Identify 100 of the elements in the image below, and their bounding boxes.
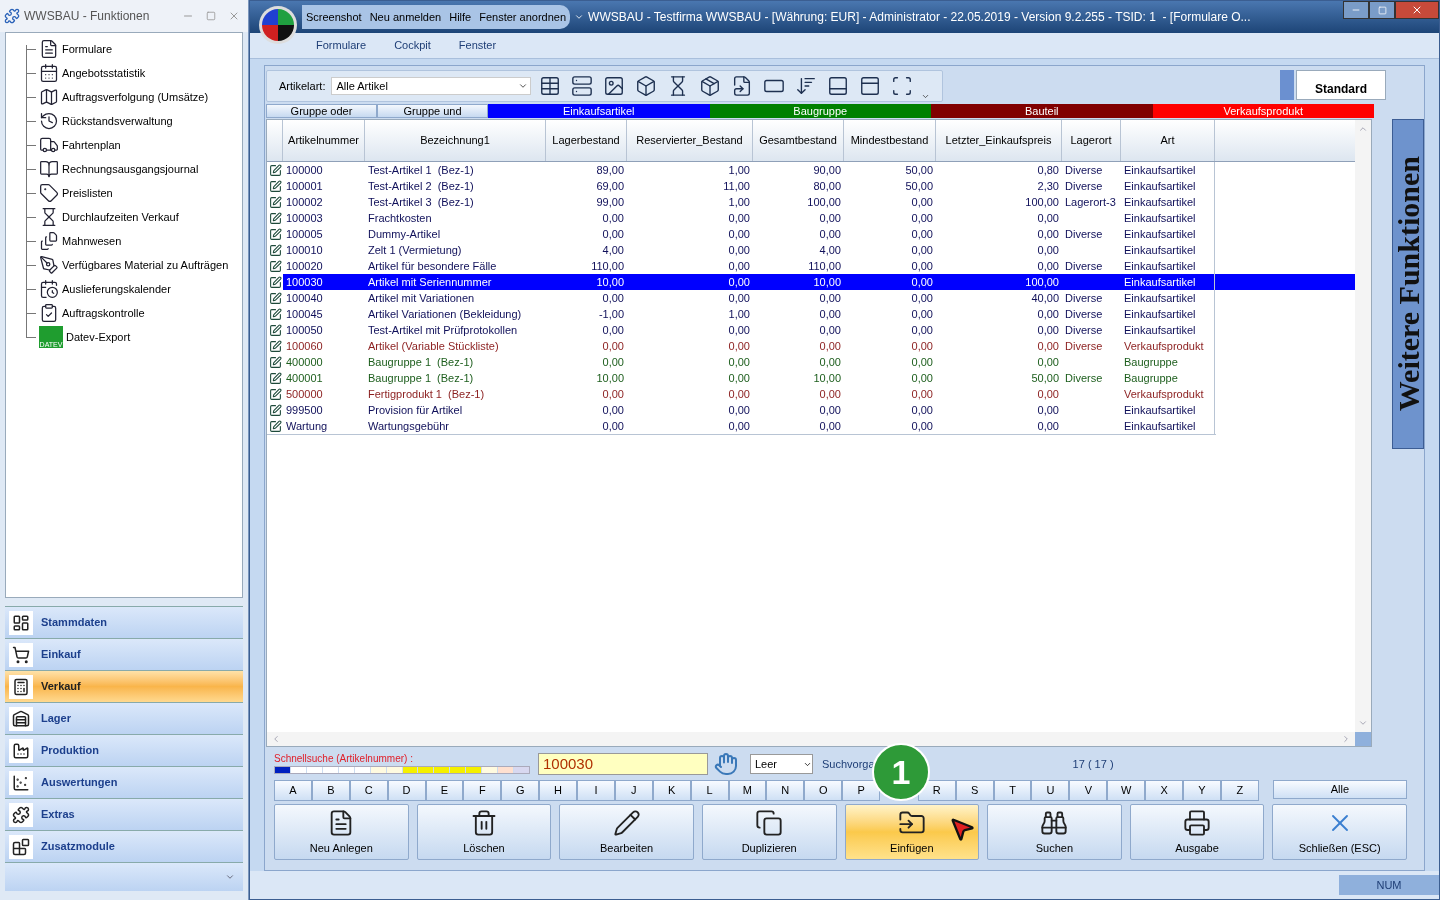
edit-icon[interactable] xyxy=(268,387,282,401)
edit-icon[interactable] xyxy=(268,179,282,193)
tree-item[interactable]: Mahnwesen xyxy=(62,232,122,250)
standard-button[interactable]: Standard xyxy=(1296,70,1386,100)
letter-key[interactable]: P xyxy=(842,780,880,801)
letter-key[interactable]: O xyxy=(804,780,843,801)
column-header[interactable]: Reservierter_Bestand xyxy=(627,120,753,161)
letter-key[interactable]: N xyxy=(766,780,805,801)
quick-toolbar-item[interactable]: Neu anmelden xyxy=(369,8,442,26)
letter-key[interactable]: L xyxy=(690,780,729,801)
panel-top-icon[interactable] xyxy=(859,75,882,97)
letter-key[interactable]: Y xyxy=(1183,780,1221,801)
nav-item[interactable]: Auswertungen xyxy=(5,767,243,799)
action-button[interactable]: Suchen xyxy=(987,804,1122,860)
tree-item[interactable]: Datev-Export xyxy=(66,328,131,346)
letter-key[interactable]: S xyxy=(955,780,994,801)
column-header[interactable]: Artikelnummer xyxy=(283,120,365,161)
edit-icon[interactable] xyxy=(268,291,282,305)
letter-key[interactable]: F xyxy=(463,780,502,801)
action-button[interactable]: Duplizieren xyxy=(701,804,837,860)
dropdown-icon[interactable] xyxy=(574,12,585,22)
image-icon[interactable] xyxy=(603,75,626,97)
letter-key[interactable]: J xyxy=(614,780,653,801)
tree-item[interactable]: Fahrtenplan xyxy=(62,136,121,154)
letter-key[interactable]: X xyxy=(1145,780,1183,801)
minimize-button[interactable] xyxy=(1343,1,1369,19)
letter-key[interactable]: T xyxy=(993,780,1032,801)
letter-key[interactable]: A xyxy=(274,780,312,801)
nav-item[interactable]: Stammdaten xyxy=(5,607,243,639)
edit-icon[interactable] xyxy=(268,211,282,225)
edit-icon[interactable] xyxy=(268,403,282,417)
letter-key[interactable]: G xyxy=(501,780,540,801)
maximize-button[interactable] xyxy=(1369,1,1395,19)
tree-item[interactable]: Auftragsverfolgung (Umsätze) xyxy=(62,88,209,106)
edit-icon[interactable] xyxy=(268,195,282,209)
letter-key[interactable]: U xyxy=(1031,780,1070,801)
menu-item[interactable]: Cockpit xyxy=(394,37,431,54)
box-icon[interactable] xyxy=(635,75,658,97)
legend-button[interactable]: Gruppe oder xyxy=(266,104,377,118)
overflow-icon[interactable] xyxy=(921,92,931,101)
column-header[interactable]: Bezeichnung1 xyxy=(365,120,546,161)
edit-icon[interactable] xyxy=(268,355,282,369)
action-button[interactable]: Einfügen xyxy=(844,804,980,860)
nav-item[interactable]: Verkauf xyxy=(5,671,243,703)
letter-key[interactable]: M xyxy=(728,780,767,801)
nav-item[interactable]: Lager xyxy=(5,703,243,735)
action-button[interactable]: Neu Anlegen xyxy=(274,804,409,860)
tree-item[interactable]: Auslieferungskalender xyxy=(62,280,171,298)
tree-item[interactable]: Rückstandsverwaltung xyxy=(62,112,173,130)
sort-icon[interactable] xyxy=(795,75,818,97)
close-icon[interactable] xyxy=(228,10,240,22)
edit-icon[interactable] xyxy=(268,323,282,337)
nav-item[interactable]: Extras xyxy=(5,799,243,831)
letter-key[interactable]: B xyxy=(311,780,350,801)
edit-icon[interactable] xyxy=(268,339,282,353)
quick-toolbar-item[interactable]: Hilfe xyxy=(449,8,472,26)
tree-item[interactable]: Preislisten xyxy=(62,184,113,202)
column-header[interactable]: Art xyxy=(1121,120,1215,161)
column-header[interactable]: Lagerbestand xyxy=(546,120,627,161)
letter-key[interactable]: C xyxy=(349,780,388,801)
chevron-icon[interactable] xyxy=(225,872,235,882)
package-icon[interactable] xyxy=(699,75,722,97)
tree-item[interactable]: Rechnungsausgangsjournal xyxy=(62,160,199,178)
action-button[interactable]: Löschen xyxy=(416,804,552,860)
letter-key[interactable]: E xyxy=(425,780,464,801)
tree-item[interactable]: Durchlaufzeiten Verkauf xyxy=(62,208,179,226)
letter-key[interactable]: V xyxy=(1069,780,1108,801)
edit-icon[interactable] xyxy=(268,243,282,257)
quick-toolbar-item[interactable]: Fenster anordnen xyxy=(479,8,567,26)
menu-item[interactable]: Fenster xyxy=(458,37,497,54)
action-button[interactable]: Bearbeiten xyxy=(559,804,694,860)
edit-icon[interactable] xyxy=(268,371,282,385)
menu-item[interactable]: Formulare xyxy=(316,37,367,54)
mode-dropdown[interactable]: Leer xyxy=(750,754,813,774)
nav-item[interactable]: Produktion xyxy=(5,735,243,767)
table-icon[interactable] xyxy=(539,75,562,97)
edit-icon[interactable] xyxy=(268,227,282,241)
panel-bottom-icon[interactable] xyxy=(827,75,850,97)
all-button[interactable]: Alle xyxy=(1272,780,1408,799)
edit-icon[interactable] xyxy=(268,275,282,289)
tree-item[interactable]: Angebotsstatistik xyxy=(62,64,146,82)
filter-dropdown[interactable]: Alle Artikel xyxy=(331,77,532,95)
table-row[interactable]: 100030 Artikel mit Seriennummer 10,00 0,00 10,00 0,00 100,00 Einkaufsartikel xyxy=(267,274,1355,290)
nav-item[interactable]: Zusatzmodule xyxy=(5,831,243,863)
edit-icon[interactable] xyxy=(268,259,282,273)
column-header[interactable]: Mindestbestand xyxy=(844,120,936,161)
edit-icon[interactable] xyxy=(268,419,282,433)
letter-key[interactable]: H xyxy=(539,780,577,801)
column-header[interactable]: Lagerort xyxy=(1062,120,1121,161)
tree-item[interactable]: Verfügbares Material zu Aufträgen xyxy=(62,256,229,274)
column-header[interactable]: Gesamtbestand xyxy=(753,120,844,161)
edit-icon[interactable] xyxy=(268,307,282,321)
tree-item[interactable]: Auftragskontrolle xyxy=(62,304,145,322)
letter-key[interactable]: I xyxy=(577,780,615,801)
scan-icon[interactable] xyxy=(891,75,914,97)
tree-item[interactable]: Formulare xyxy=(62,40,113,58)
letter-key[interactable]: Z xyxy=(1220,780,1259,801)
side-tab[interactable]: Weitere Funktionen xyxy=(1392,119,1424,449)
letter-key[interactable]: W xyxy=(1107,780,1146,801)
hand-icon[interactable] xyxy=(714,752,738,776)
